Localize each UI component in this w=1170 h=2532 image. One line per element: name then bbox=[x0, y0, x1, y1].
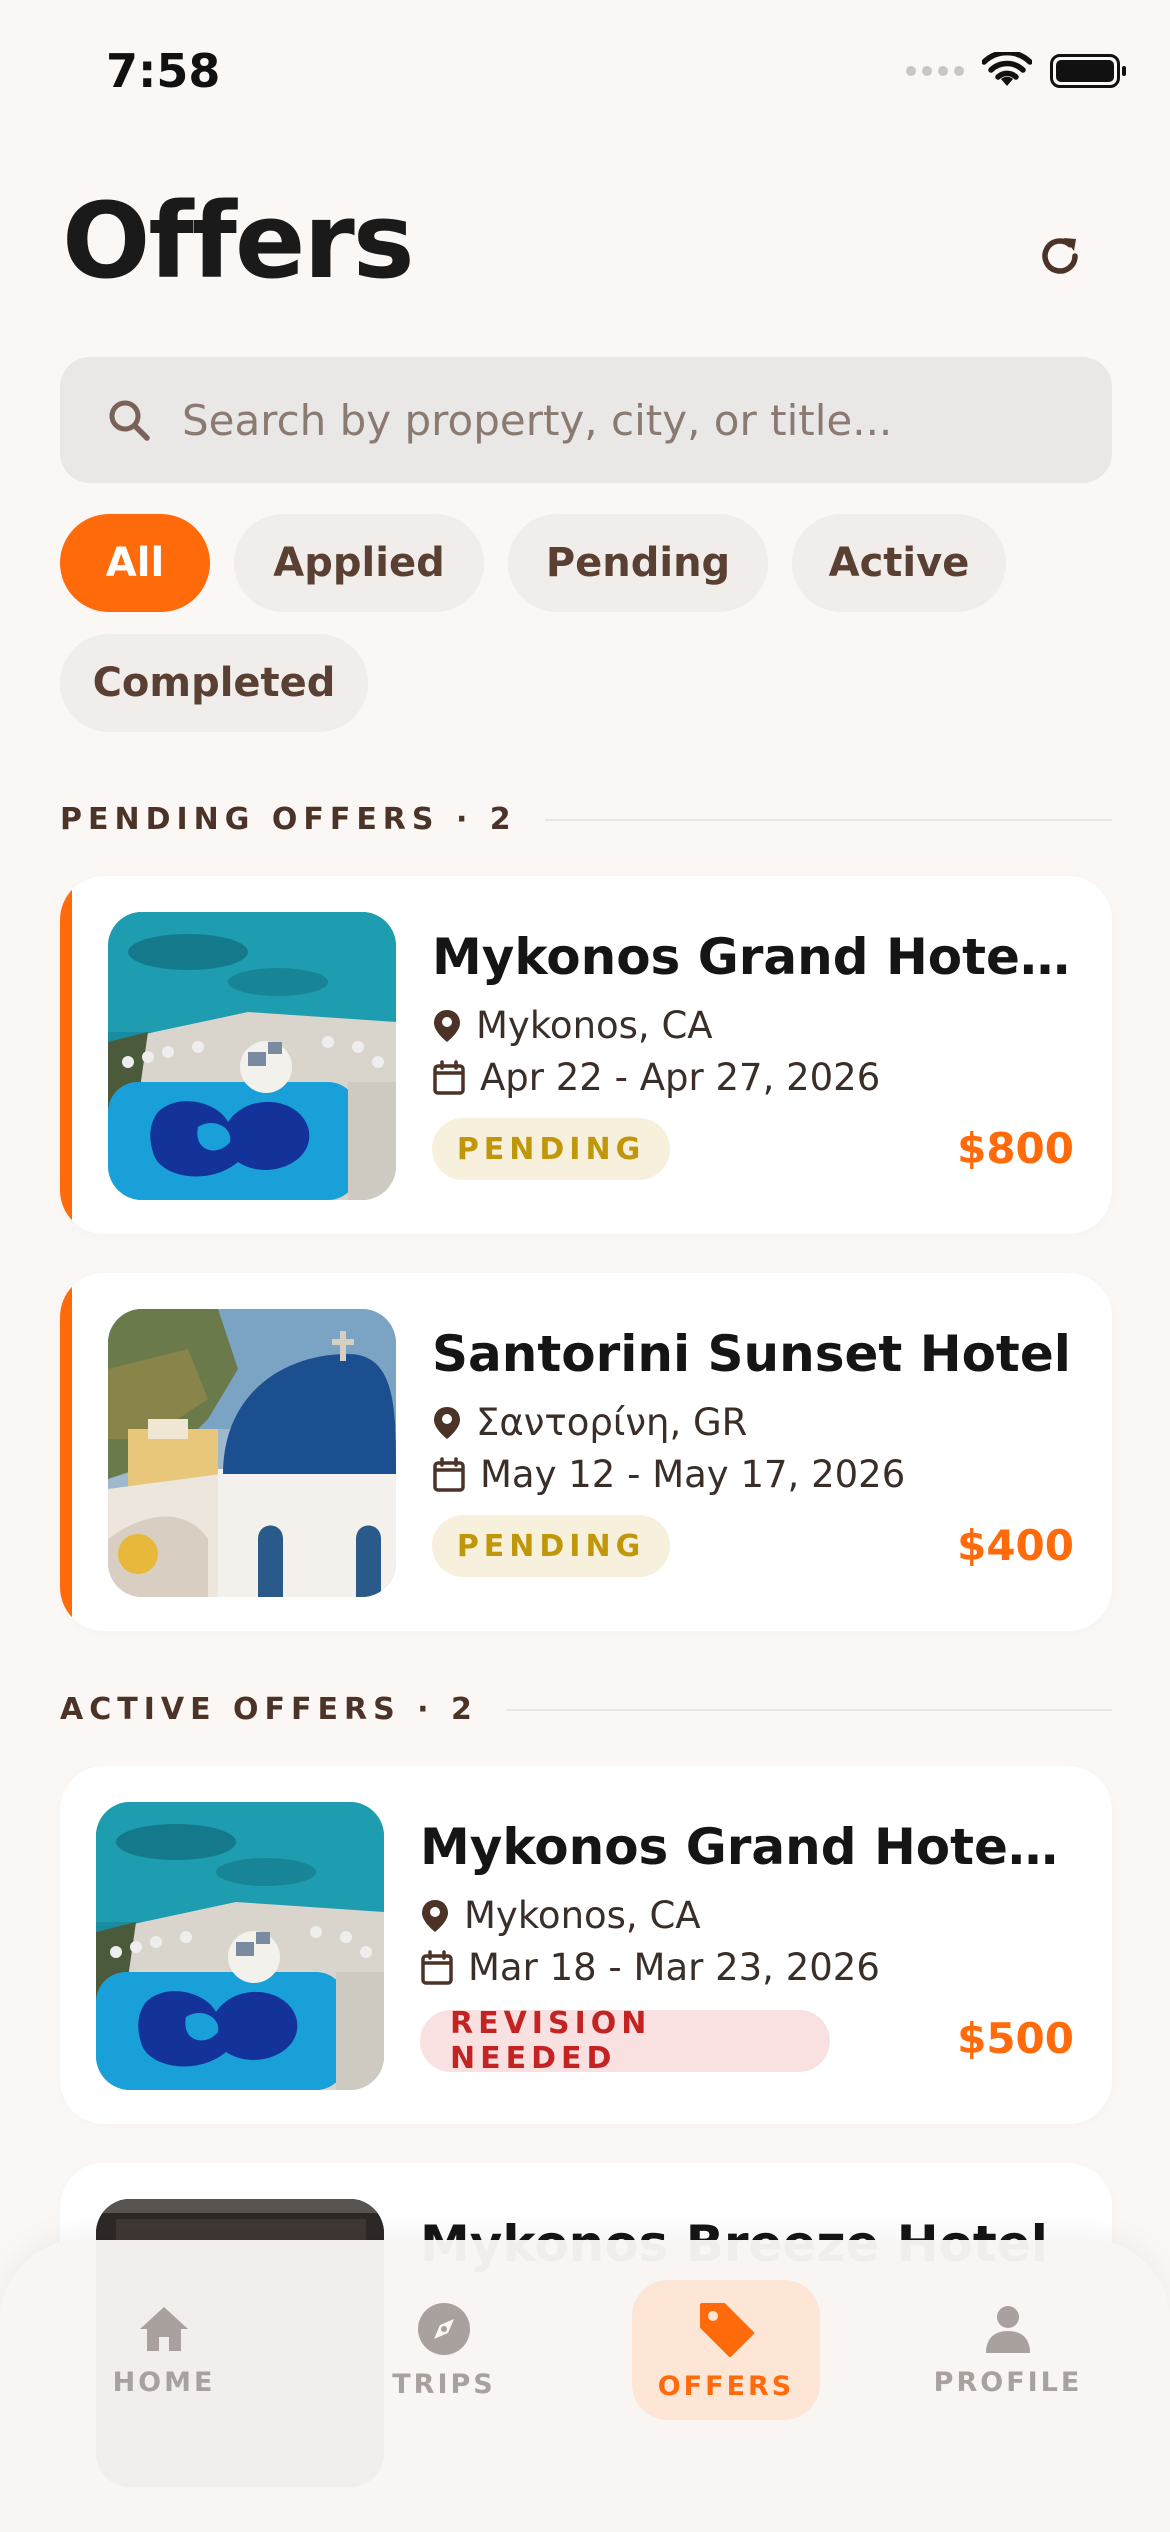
filter-chip-active[interactable]: Active bbox=[792, 514, 1006, 612]
offer-price: $500 bbox=[957, 2014, 1074, 2063]
search-input[interactable] bbox=[180, 394, 1044, 446]
dates-text: Mar 18 - Mar 23, 2026 bbox=[468, 1946, 880, 1989]
person-icon bbox=[986, 2305, 1030, 2353]
status-time: 7:58 bbox=[106, 44, 221, 98]
property-image bbox=[108, 912, 396, 1200]
tab-label: PROFILE bbox=[933, 2366, 1083, 2398]
calendar-icon bbox=[433, 1059, 465, 1095]
tab-bar: HOME TRIPS OFFERS PROFILE bbox=[0, 2240, 1170, 2532]
tab-profile[interactable]: PROFILE bbox=[914, 2280, 1102, 2420]
page-title: Offers bbox=[62, 180, 415, 302]
location-text: Mykonos, CA bbox=[476, 1004, 713, 1047]
home-icon bbox=[140, 2306, 188, 2351]
dates-text: Apr 22 - Apr 27, 2026 bbox=[480, 1056, 881, 1099]
location-pin-icon bbox=[422, 1899, 448, 1932]
location-text: Σαντορίνη, GR bbox=[476, 1401, 748, 1444]
section-label: ACTIVE OFFERS · 2 bbox=[60, 1692, 478, 1727]
offer-price: $400 bbox=[957, 1521, 1074, 1570]
section-header-pending: PENDING OFFERS · 2 bbox=[60, 802, 1112, 837]
card-accent-bar bbox=[60, 876, 72, 1234]
offer-card[interactable]: Mykonos Grand Hotel &... Mykonos, CA Apr… bbox=[60, 876, 1112, 1234]
offer-card[interactable]: Mykonos Grand Hotel &... Mykonos, CA Mar… bbox=[60, 1766, 1112, 2124]
location-text: Mykonos, CA bbox=[464, 1894, 701, 1937]
calendar-icon bbox=[433, 1456, 465, 1492]
tag-icon bbox=[700, 2302, 754, 2357]
section-label: PENDING OFFERS · 2 bbox=[60, 802, 517, 837]
wifi-icon bbox=[982, 52, 1032, 86]
filter-chip-applied[interactable]: Applied bbox=[234, 514, 484, 612]
status-badge: PENDING bbox=[432, 1118, 670, 1180]
battery-icon bbox=[1050, 54, 1126, 88]
offer-title: Mykonos Grand Hotel &... bbox=[432, 928, 1072, 986]
signal-icon bbox=[906, 66, 964, 76]
search-icon bbox=[109, 400, 150, 441]
filter-chip-pending[interactable]: Pending bbox=[508, 514, 768, 612]
location-pin-icon bbox=[434, 1009, 460, 1042]
tab-home[interactable]: HOME bbox=[70, 2280, 258, 2420]
location-pin-icon bbox=[434, 1406, 460, 1439]
tab-offers[interactable]: OFFERS bbox=[632, 2280, 820, 2420]
card-accent-bar bbox=[60, 1273, 72, 1631]
status-icons bbox=[906, 52, 1126, 90]
offer-card[interactable]: Santorini Sunset Hotel Σαντορίνη, GR May… bbox=[60, 1273, 1112, 1631]
refresh-button[interactable] bbox=[1022, 218, 1098, 294]
status-bar: 7:58 bbox=[0, 0, 1170, 150]
offer-title: Santorini Sunset Hotel bbox=[432, 1325, 1071, 1383]
compass-icon bbox=[418, 2302, 470, 2355]
offer-dates: Mar 18 - Mar 23, 2026 bbox=[420, 1946, 880, 1989]
offer-location: Mykonos, CA bbox=[432, 1004, 713, 1047]
offer-dates: May 12 - May 17, 2026 bbox=[432, 1453, 905, 1496]
divider bbox=[544, 818, 1112, 821]
offer-dates: Apr 22 - Apr 27, 2026 bbox=[432, 1056, 880, 1099]
property-image bbox=[96, 1802, 384, 2090]
property-image bbox=[108, 1309, 396, 1597]
refresh-icon bbox=[1042, 238, 1078, 274]
dates-text: May 12 - May 17, 2026 bbox=[480, 1453, 906, 1496]
filter-chip-completed[interactable]: Completed bbox=[60, 634, 368, 732]
tab-trips[interactable]: TRIPS bbox=[350, 2280, 538, 2420]
offer-location: Σαντορίνη, GR bbox=[432, 1401, 747, 1444]
status-badge: REVISION NEEDED bbox=[420, 2006, 830, 2076]
offer-location: Mykonos, CA bbox=[420, 1894, 701, 1937]
tab-label: TRIPS bbox=[392, 2368, 496, 2400]
calendar-icon bbox=[421, 1949, 453, 1985]
offer-title: Mykonos Grand Hotel &... bbox=[420, 1818, 1072, 1876]
divider bbox=[505, 1708, 1112, 1711]
status-badge: PENDING bbox=[432, 1515, 670, 1577]
filter-chip-all[interactable]: All bbox=[60, 514, 210, 612]
tab-label: OFFERS bbox=[657, 2370, 795, 2402]
offer-price: $800 bbox=[957, 1124, 1074, 1173]
section-header-active: ACTIVE OFFERS · 2 bbox=[60, 1692, 1112, 1727]
tab-label: HOME bbox=[112, 2366, 216, 2398]
search-bar[interactable] bbox=[60, 357, 1112, 483]
